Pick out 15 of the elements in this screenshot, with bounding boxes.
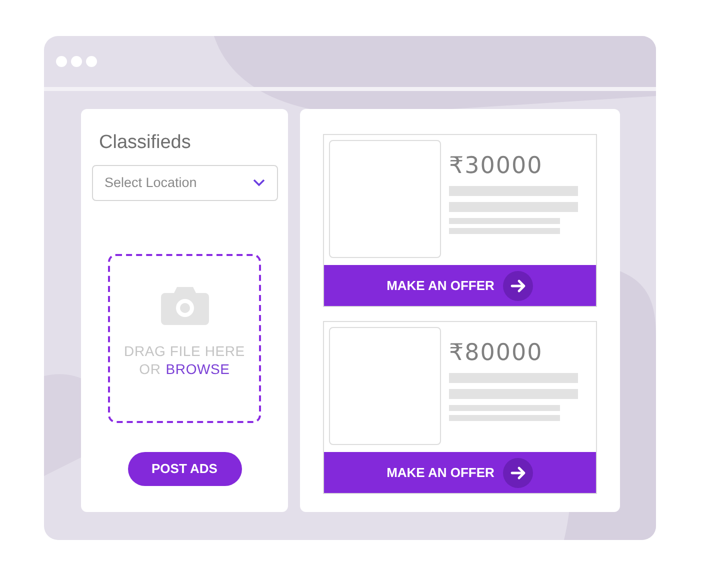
make-offer-button[interactable]: MAKE AN OFFER bbox=[324, 265, 596, 306]
browse-link[interactable]: BROWSE bbox=[166, 360, 230, 378]
location-select[interactable]: Select Location bbox=[92, 165, 278, 201]
sidebar-title: Classifieds bbox=[99, 131, 191, 155]
upload-instruction: DRAG FILE HERE bbox=[124, 342, 245, 360]
price: ₹30000 bbox=[449, 152, 544, 180]
post-ads-button[interactable]: POST ADS bbox=[128, 452, 242, 486]
arrow-right-icon bbox=[503, 458, 534, 488]
upload-dropzone[interactable]: DRAG FILE HERE OR BROWSE bbox=[108, 254, 261, 423]
price: ₹80000 bbox=[449, 339, 544, 367]
camera-icon bbox=[160, 287, 208, 325]
upload-instruction: OR bbox=[139, 360, 161, 378]
arrow-right-icon bbox=[503, 270, 534, 300]
make-offer-button[interactable]: MAKE AN OFFER bbox=[324, 452, 596, 493]
chevron-down-icon bbox=[252, 179, 264, 187]
